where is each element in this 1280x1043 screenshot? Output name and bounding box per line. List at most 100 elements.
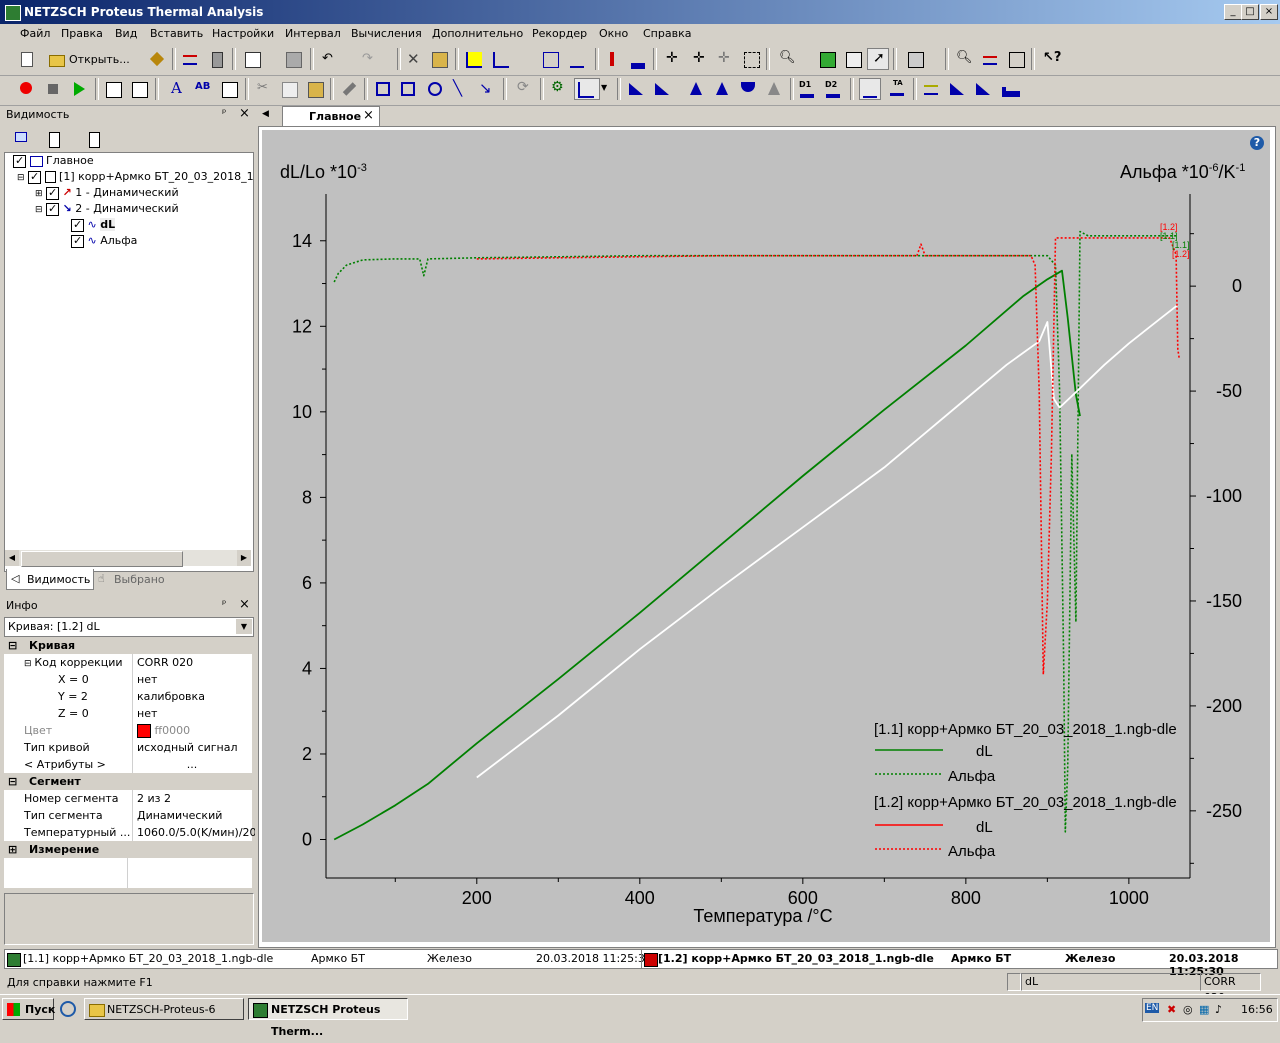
report-icon-2[interactable] (129, 79, 149, 99)
properties-icon[interactable] (180, 49, 200, 69)
paste-icon[interactable] (429, 49, 449, 69)
step-icon[interactable] (999, 79, 1020, 99)
menu-insert[interactable]: Вставить (150, 27, 203, 40)
window-layout-icon[interactable] (905, 49, 925, 69)
menu-interval[interactable]: Интервал (285, 27, 341, 40)
status-file-1[interactable]: [1.1] корр+Армко БТ_20_03_2018_1.ngb-dle (23, 952, 273, 965)
task-explorer[interactable]: NETZSCH-Proteus-6 (84, 998, 244, 1020)
document-icon[interactable] (46, 129, 66, 149)
chevron-down-icon[interactable]: ▼ (236, 619, 252, 634)
tree-item-segment-2[interactable]: ⊟ ↘ 2 - Динамический (35, 201, 179, 217)
delete-icon[interactable] (207, 49, 227, 69)
tree-view-icon[interactable] (12, 129, 32, 149)
open-folder-icon[interactable] (46, 49, 66, 69)
fit-icon[interactable] (741, 49, 761, 69)
tool-icon-4[interactable] (567, 49, 587, 69)
slope-icon[interactable] (947, 79, 967, 99)
double-peak-icon[interactable] (712, 79, 732, 99)
chevron-down-icon[interactable]: ▼ (601, 83, 607, 92)
prop-row[interactable]: Номер сегмента 2 из 2 (4, 790, 252, 808)
start-button[interactable]: Пуск (2, 998, 55, 1020)
record-icon[interactable] (17, 79, 37, 99)
color-swatch[interactable] (137, 724, 151, 738)
rectangle-icon-2[interactable] (398, 79, 418, 99)
play-icon[interactable] (69, 79, 89, 99)
zoom-tool-icon[interactable]: ✛ (663, 49, 683, 69)
magnifier-icon[interactable]: 🔍︎ (776, 49, 796, 69)
search-icon[interactable]: 🔍︎ (953, 49, 973, 69)
checkbox[interactable] (28, 169, 42, 185)
tab-scroll-left-icon[interactable]: ◀ (262, 109, 269, 119)
peak-onset-icon[interactable] (626, 79, 646, 99)
menu-edit[interactable]: Правка (61, 27, 103, 40)
new-file-button[interactable] (18, 49, 38, 69)
category-measurement[interactable]: ⊞ Измерение (4, 841, 252, 858)
help-icon[interactable]: ↖? (1040, 49, 1061, 69)
baseline-tool-button[interactable] (574, 78, 600, 100)
undo-icon[interactable]: ↶ (318, 49, 338, 69)
brush-icon[interactable] (339, 79, 359, 99)
prop-row[interactable]: Тип кривой исходный сигнал (4, 739, 252, 757)
tool-icon-3[interactable] (540, 49, 560, 69)
checkbox[interactable] (46, 185, 60, 201)
prop-row[interactable]: ⊟ Код коррекции CORR 020 (4, 654, 252, 672)
volume-icon[interactable]: ♪ (1215, 1003, 1222, 1016)
tab-visibility[interactable]: ◁ Видимость (6, 569, 94, 590)
menu-window[interactable]: Окно (599, 27, 628, 40)
tray-icon[interactable]: ◎ (1183, 1003, 1193, 1016)
checkbox[interactable] (71, 217, 84, 233)
tree-item-alpha[interactable]: ∿ Альфа (71, 233, 137, 249)
menu-settings[interactable]: Настройки (212, 27, 274, 40)
pin-icon[interactable]: ᵖ (222, 108, 226, 119)
task-proteus[interactable]: NETZSCH Proteus Therm... (248, 998, 408, 1038)
axis-icon[interactable] (1006, 49, 1026, 69)
cut-x-icon[interactable]: ✕ (403, 49, 423, 69)
close-window-button[interactable]: × (1260, 4, 1278, 20)
prop-row[interactable]: Температурный ... 1060.0/5.0(K/мин)/20... (4, 824, 255, 842)
menu-view[interactable]: Вид (115, 27, 137, 40)
d1-icon[interactable]: D1 (797, 79, 817, 99)
scissors-icon[interactable]: ✂ (253, 79, 273, 99)
prop-row[interactable]: < Атрибуты >... (4, 756, 252, 774)
menu-help[interactable]: Справка (643, 27, 691, 40)
refresh-icon[interactable]: ⟳ (514, 79, 534, 99)
export-icon[interactable] (147, 49, 167, 69)
close-tab-icon[interactable]: × (363, 108, 374, 123)
settings-gear-icon[interactable]: ⚙ (548, 79, 568, 99)
tab-main[interactable]: Главное × (282, 106, 380, 127)
menu-calculations[interactable]: Вычисления (351, 27, 422, 40)
prop-row[interactable]: Y = 2 калибровка (4, 688, 252, 706)
print-preview-icon[interactable] (242, 49, 262, 69)
ta-icon[interactable]: TA (887, 79, 907, 99)
scroll-thumb[interactable] (21, 551, 183, 567)
browser-icon[interactable] (60, 1001, 76, 1017)
checkbox[interactable] (13, 153, 26, 169)
peak-end-icon[interactable] (652, 79, 672, 99)
tray-icon[interactable]: ✖ (1167, 1003, 1176, 1016)
ellipse-icon[interactable] (425, 79, 445, 99)
pin-icon[interactable]: ᵖ (222, 599, 226, 610)
zoom-tool-icon-3[interactable]: ✛ (715, 49, 735, 69)
menu-recorder[interactable]: Рекордер (532, 27, 587, 40)
menu-file[interactable]: Файл (20, 27, 50, 40)
ta-slope-icon[interactable] (973, 79, 993, 99)
category-curve[interactable]: ⊟ Кривая (4, 637, 252, 654)
prop-row[interactable]: Тип сегмента Динамический (4, 807, 252, 825)
print-icon[interactable] (283, 49, 303, 69)
tool-icon-2[interactable] (490, 49, 510, 69)
stop-icon[interactable] (43, 79, 63, 99)
arrow-icon[interactable]: ↘ (476, 79, 496, 99)
category-segment[interactable]: ⊟ Сегмент (4, 773, 252, 790)
prop-row[interactable]: Z = 0 нет (4, 705, 252, 723)
tree-item-main[interactable]: Главное (13, 153, 94, 169)
legend[interactable]: [1.1] корр+Армко БТ_20_03_2018_1.ngb-dle… (874, 721, 1177, 860)
pointer-tool-button[interactable]: ➚ (867, 48, 889, 70)
language-indicator[interactable]: EN (1145, 1003, 1160, 1013)
tree-item-file[interactable]: ⊟ [1] корр+Армко БТ_20_03_2018_1 (А (17, 169, 269, 185)
find-icon[interactable] (86, 129, 106, 149)
level-icon[interactable] (921, 79, 941, 99)
d2-icon[interactable]: D2 (823, 79, 843, 99)
rectangle-icon[interactable] (373, 79, 393, 99)
area-icon[interactable] (738, 79, 758, 99)
peak-icon[interactable] (686, 79, 706, 99)
